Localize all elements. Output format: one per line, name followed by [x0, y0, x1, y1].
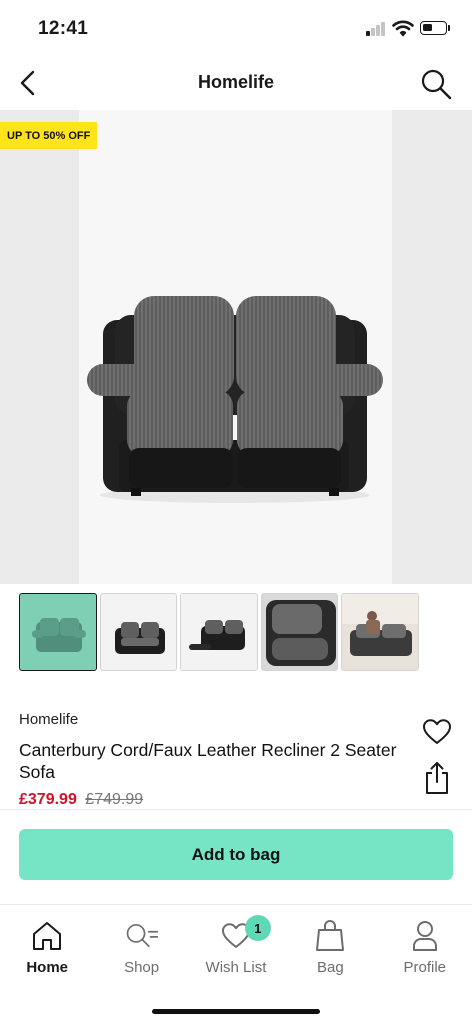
sofa-thumbnail — [32, 618, 86, 652]
nav-label-shop: Shop — [124, 959, 160, 976]
battery-tip — [448, 25, 450, 31]
nav-item-wish-list[interactable]: 1 Wish List — [189, 905, 283, 1001]
app-header: Homelife — [0, 56, 472, 110]
divider — [0, 809, 472, 810]
thumbnail-1[interactable] — [19, 593, 97, 671]
profile-icon — [408, 919, 442, 953]
page-title: Homelife — [197, 72, 275, 92]
thumbnail-2[interactable] — [99, 593, 178, 671]
nav-item-bag[interactable]: Bag — [283, 905, 377, 1001]
thumbnail-5[interactable] — [341, 593, 419, 671]
home-indicator — [152, 1009, 320, 1014]
thumbnail-strip — [19, 593, 419, 671]
wishlist-button[interactable] — [420, 716, 454, 748]
nav-label-profile: Profile — [403, 959, 447, 976]
heart-icon — [423, 719, 451, 744]
product-image-gallery[interactable]: UP TO 50% OFF — [0, 110, 472, 584]
sofa-thumbnail — [114, 622, 165, 654]
share-button[interactable] — [420, 760, 454, 796]
status-bar: 12:41 — [0, 0, 472, 56]
current-price: £379.99 — [19, 791, 77, 808]
thumbnail-4[interactable] — [260, 593, 339, 671]
status-time: 12:41 — [38, 18, 89, 39]
sofa-image — [87, 296, 383, 503]
product-name: Canterbury Cord/Faux Leather Recliner 2 … — [19, 740, 397, 782]
bottom-nav: Home Shop 1 Wish List Bag Profile — [0, 905, 472, 1001]
nav-label-wish-list: Wish List — [205, 959, 267, 976]
wish-list-count-badge: 1 — [244, 915, 271, 941]
nav-label-bag: Bag — [317, 959, 344, 976]
sofa-thumbnail — [342, 594, 418, 656]
bag-icon — [313, 919, 347, 953]
nav-item-profile[interactable]: Profile — [378, 905, 472, 1001]
home-icon — [30, 919, 64, 953]
wifi-icon — [392, 20, 414, 37]
thumbnail-3[interactable] — [180, 593, 258, 671]
search-icon — [421, 69, 452, 100]
signal-icon — [366, 22, 386, 36]
battery-icon — [420, 21, 447, 35]
product-photo — [79, 110, 392, 584]
search-button[interactable] — [418, 66, 454, 102]
sofa-thumbnail — [189, 620, 246, 650]
nav-item-home[interactable]: Home — [0, 905, 94, 1001]
shop-search-icon — [125, 919, 159, 953]
add-to-bag-button[interactable]: Add to bag — [19, 829, 453, 880]
promo-badge: UP TO 50% OFF — [0, 122, 98, 149]
product-brand: Homelife — [19, 711, 79, 728]
share-icon — [426, 762, 448, 794]
nav-label-home: Home — [26, 959, 69, 976]
sofa-thumbnail — [265, 600, 336, 666]
original-price: £749.99 — [85, 791, 144, 808]
nav-item-shop[interactable]: Shop — [94, 905, 188, 1001]
price-row: £379.99 £749.99 — [19, 791, 143, 809]
